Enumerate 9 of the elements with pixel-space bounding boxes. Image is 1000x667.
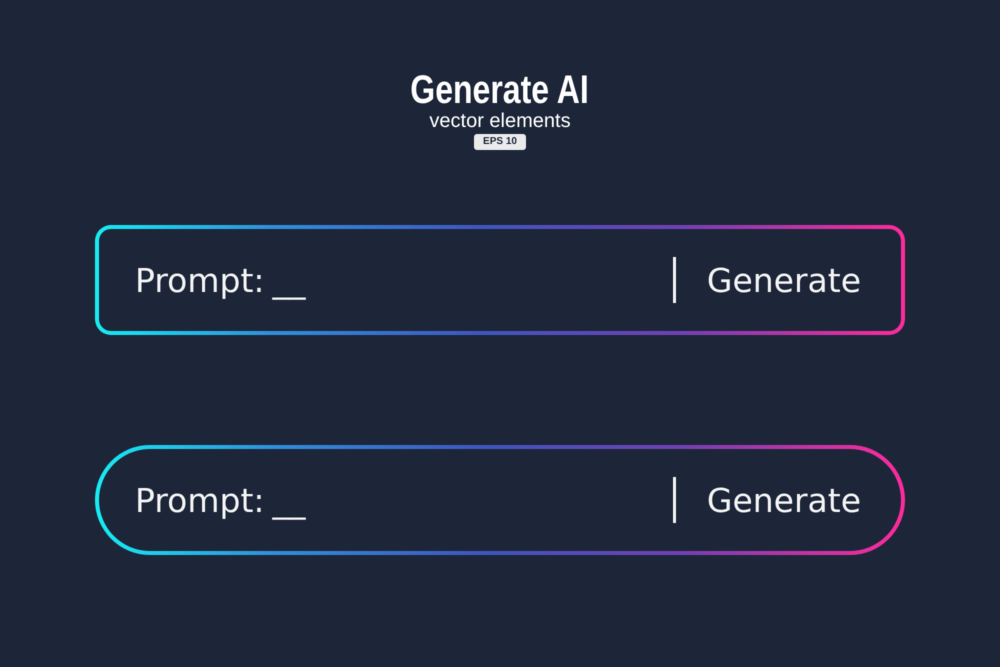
prompt-label: Prompt: bbox=[135, 480, 265, 520]
prompt-label: Prompt: bbox=[135, 260, 265, 300]
fill-in-line[interactable]: __ bbox=[272, 260, 306, 300]
subtitle: vector elements bbox=[429, 110, 571, 132]
generate-button[interactable]: Generate bbox=[706, 260, 861, 300]
fill-in-line[interactable]: __ bbox=[272, 480, 306, 520]
generate-button[interactable]: Generate bbox=[706, 480, 861, 520]
title: Generate AI bbox=[410, 68, 590, 112]
format-badge: EPS 10 bbox=[474, 134, 526, 150]
